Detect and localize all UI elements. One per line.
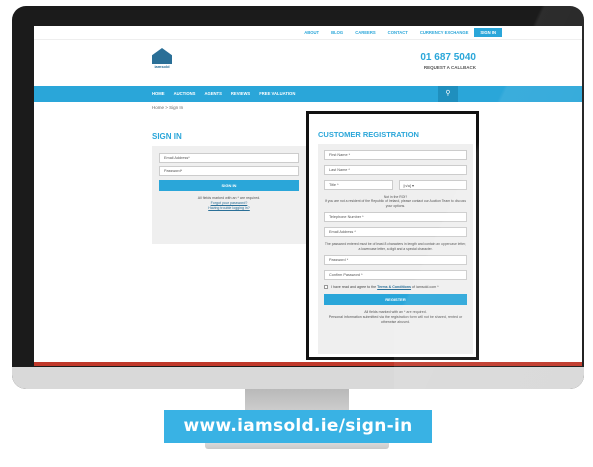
email-field[interactable]: Email Address* bbox=[159, 153, 299, 163]
footer-strip bbox=[34, 362, 582, 366]
topnav-about[interactable]: ABOUT bbox=[298, 28, 325, 37]
screen: ABOUT BLOG CAREERS CONTACT CURRENCY EXCH… bbox=[34, 26, 582, 366]
topnav-currency[interactable]: CURRENCY EXCHANGE bbox=[414, 28, 475, 37]
stage: ABOUT BLOG CAREERS CONTACT CURRENCY EXCH… bbox=[0, 0, 593, 467]
registration-highlight-frame bbox=[306, 111, 479, 360]
logo[interactable]: iamsold bbox=[152, 48, 172, 72]
url-banner: www.iamsold.ie/sign-in bbox=[164, 410, 432, 443]
topnav-careers[interactable]: CAREERS bbox=[349, 28, 381, 37]
search-icon[interactable]: ⚲ bbox=[438, 86, 458, 102]
callback-link[interactable]: REQUEST A CALLBACK bbox=[420, 65, 476, 70]
topnav-signin[interactable]: SIGN IN bbox=[474, 28, 502, 37]
signin-button[interactable]: SIGN IN bbox=[159, 180, 299, 191]
phone-block: 01 687 5040 REQUEST A CALLBACK bbox=[420, 52, 476, 70]
main-nav: HOME AUCTIONS AGENTS REVIEWS FREE VALUAT… bbox=[34, 86, 582, 102]
nav-valuation[interactable]: FREE VALUATION bbox=[259, 91, 295, 96]
password-field[interactable]: Password* bbox=[159, 166, 299, 176]
phone-number[interactable]: 01 687 5040 bbox=[420, 52, 476, 63]
nav-agents[interactable]: AGENTS bbox=[204, 91, 221, 96]
signin-form: Email Address* Password* SIGN IN All fie… bbox=[152, 146, 306, 244]
house-icon bbox=[152, 48, 172, 64]
logo-text: iamsold bbox=[154, 64, 170, 69]
trouble-link[interactable]: Having trouble logging in? bbox=[159, 206, 299, 211]
nav-auctions[interactable]: AUCTIONS bbox=[174, 91, 196, 96]
monitor-overlay: ABOUT BLOG CAREERS CONTACT CURRENCY EXCH… bbox=[12, 6, 584, 389]
top-bar: ABOUT BLOG CAREERS CONTACT CURRENCY EXCH… bbox=[34, 26, 582, 40]
topnav-blog[interactable]: BLOG bbox=[325, 28, 349, 37]
signin-title: SIGN IN bbox=[152, 132, 182, 141]
top-nav: ABOUT BLOG CAREERS CONTACT CURRENCY EXCH… bbox=[298, 28, 502, 37]
breadcrumb[interactable]: Home > Sign In bbox=[152, 105, 183, 110]
topnav-contact[interactable]: CONTACT bbox=[382, 28, 414, 37]
nav-reviews[interactable]: REVIEWS bbox=[231, 91, 250, 96]
nav-home[interactable]: HOME bbox=[152, 91, 165, 96]
